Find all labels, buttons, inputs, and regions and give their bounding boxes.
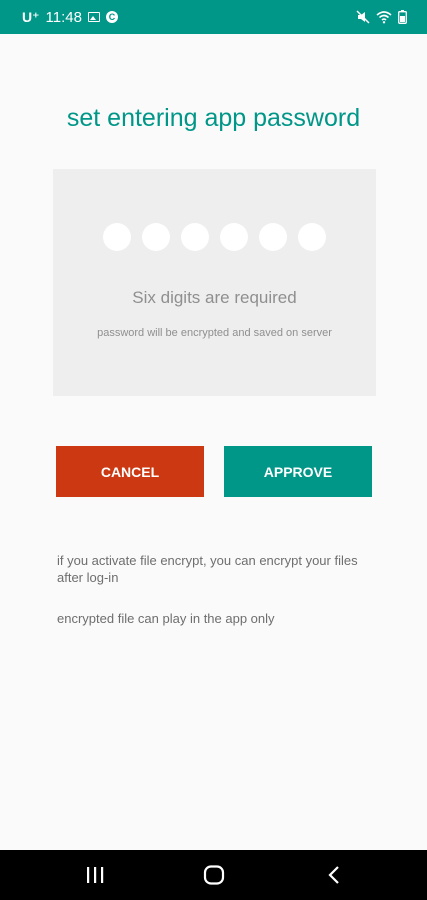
status-left: U⁺ 11:48 C — [22, 0, 118, 34]
page-title: set entering app password — [66, 104, 361, 132]
status-bar: U⁺ 11:48 C — [0, 0, 427, 34]
home-button[interactable] — [184, 850, 244, 900]
pin-dot — [181, 223, 209, 251]
info-text-playback: encrypted file can play in the app only — [57, 611, 275, 626]
recent-apps-button[interactable] — [65, 850, 125, 900]
pin-dot — [103, 223, 131, 251]
battery-icon — [398, 10, 407, 24]
pin-dot — [259, 223, 287, 251]
status-time: 11:48 — [45, 8, 82, 26]
pin-dot — [298, 223, 326, 251]
c-notification-icon: C — [105, 11, 118, 23]
wifi-icon — [376, 11, 392, 24]
approve-button[interactable]: APPROVE — [224, 446, 372, 497]
encryption-note: password will be encrypted and saved on … — [97, 327, 332, 339]
pin-requirement-text: Six digits are required — [132, 288, 297, 307]
back-icon — [328, 866, 339, 884]
status-right — [356, 0, 407, 34]
image-notification-icon — [87, 12, 100, 22]
cancel-button[interactable]: CANCEL — [56, 446, 204, 497]
back-button[interactable] — [304, 850, 364, 900]
pin-dot — [142, 223, 170, 251]
navigation-bar — [0, 850, 427, 900]
mute-icon — [356, 10, 370, 24]
info-text-encrypt: if you activate file encrypt, you can en… — [57, 553, 358, 585]
home-icon — [203, 865, 225, 885]
recent-apps-icon — [87, 867, 104, 883]
pin-dots — [53, 223, 376, 251]
pin-entry-panel[interactable]: Six digits are required password will be… — [53, 169, 376, 396]
carrier-label: U⁺ — [22, 8, 40, 25]
pin-dot — [220, 223, 248, 251]
